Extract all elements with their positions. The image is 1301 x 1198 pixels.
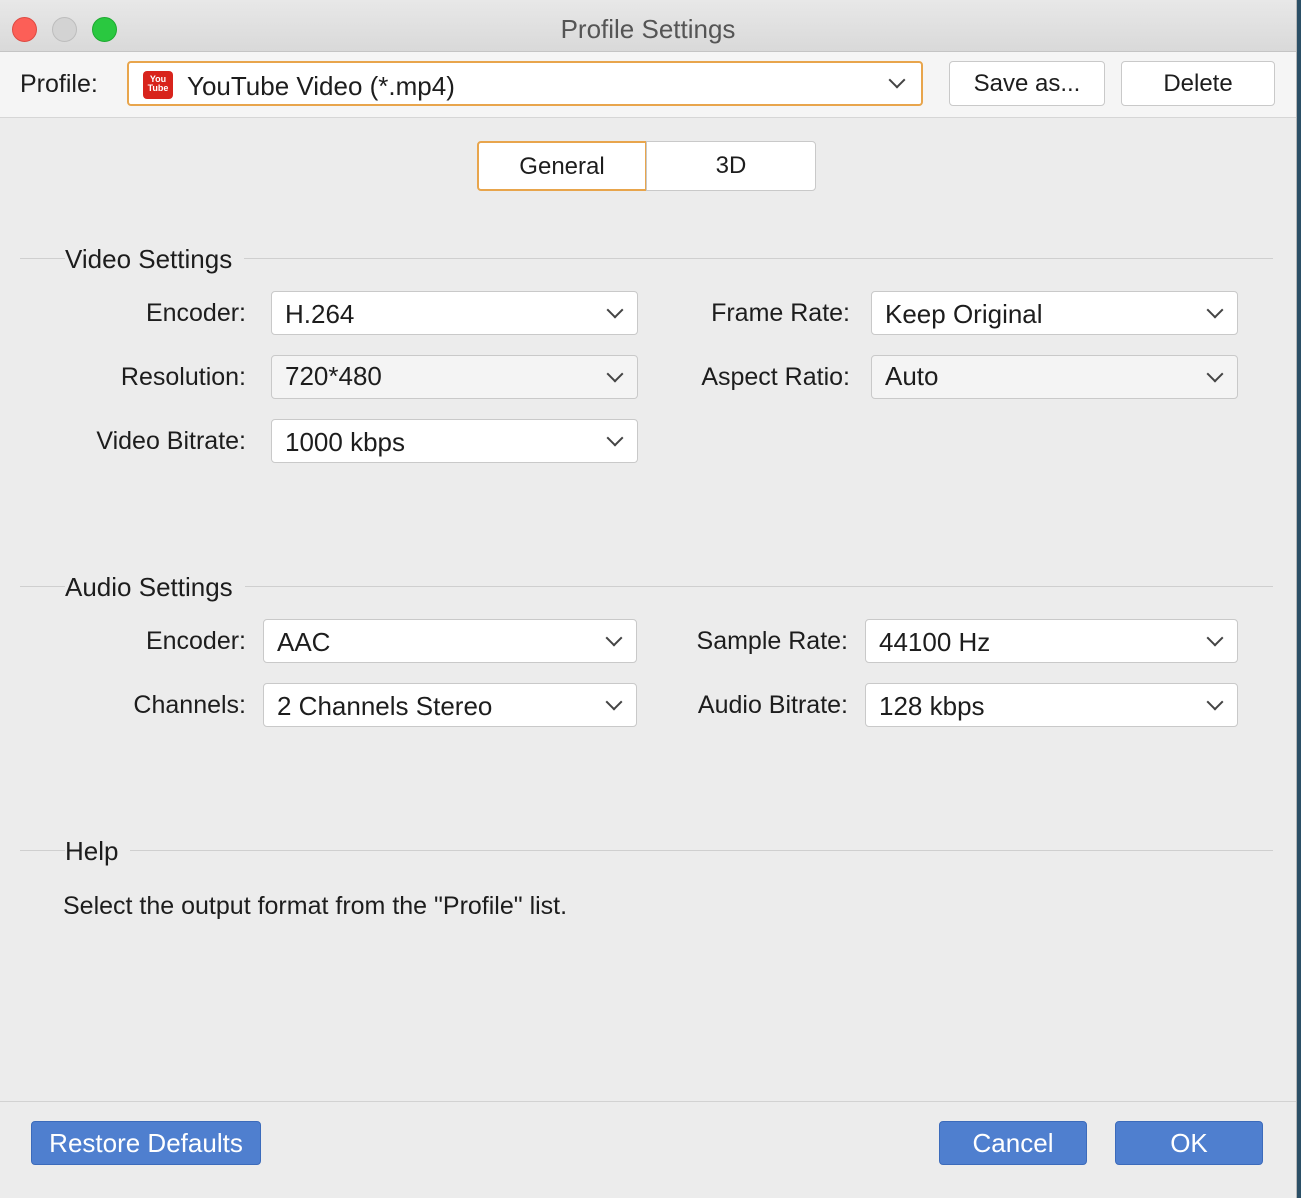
chevron-down-icon [1206, 629, 1224, 647]
help-title: Help [65, 836, 131, 867]
channels-value: 2 Channels Stereo [277, 691, 493, 721]
frame-rate-label: Frame Rate: [711, 299, 850, 327]
sample-rate-dropdown[interactable]: 44100 Hz [865, 619, 1238, 663]
audio-encoder-label: Encoder: [145, 627, 246, 655]
chevron-down-icon [888, 71, 906, 89]
frame-rate-value: Keep Original [885, 299, 1043, 329]
audio-encoder-value: AAC [277, 627, 331, 657]
tab-general[interactable]: General [477, 141, 647, 191]
video-encoder-label: Encoder: [145, 299, 246, 327]
tab-3d[interactable]: 3D [646, 141, 816, 191]
aspect-ratio-label: Aspect Ratio: [701, 363, 850, 391]
video-settings-title: Video Settings [65, 244, 245, 275]
resolution-dropdown[interactable]: 720*480 [271, 355, 638, 399]
video-encoder-dropdown[interactable]: H.264 [271, 291, 638, 335]
chevron-down-icon [1206, 693, 1224, 711]
profile-settings-window: Profile Settings Profile: You Tube YouTu… [0, 0, 1297, 1198]
restore-defaults-button[interactable]: Restore Defaults [31, 1121, 261, 1165]
video-encoder-value: H.264 [285, 299, 355, 329]
audio-settings-title: Audio Settings [65, 572, 245, 603]
aspect-ratio-value: Auto [885, 361, 939, 391]
chevron-down-icon [606, 429, 624, 447]
channels-dropdown[interactable]: 2 Channels Stereo [263, 683, 637, 727]
help-section-divider [20, 850, 1273, 851]
title-bar: Profile Settings [0, 0, 1296, 52]
video-bitrate-label: Video Bitrate: [96, 427, 246, 455]
save-as-button[interactable]: Save as... [949, 61, 1105, 106]
frame-rate-dropdown[interactable]: Keep Original [871, 291, 1238, 335]
window-title: Profile Settings [560, 14, 736, 44]
video-bitrate-dropdown[interactable]: 1000 kbps [271, 419, 638, 463]
chevron-down-icon [606, 301, 624, 319]
profile-value: YouTube Video (*.mp4) [187, 71, 455, 101]
profile-label: Profile: [20, 70, 98, 98]
footer-divider [0, 1101, 1296, 1102]
sample-rate-value: 44100 Hz [879, 627, 991, 657]
audio-bitrate-label: Audio Bitrate: [697, 691, 848, 719]
audio-bitrate-dropdown[interactable]: 128 kbps [865, 683, 1238, 727]
delete-button[interactable]: Delete [1121, 61, 1275, 106]
channels-label: Channels: [133, 691, 246, 719]
sample-rate-label: Sample Rate: [696, 627, 848, 655]
youtube-icon-text-tube: Tube [147, 83, 169, 93]
cancel-button[interactable]: Cancel [939, 1121, 1087, 1165]
chevron-down-icon [606, 365, 624, 383]
chevron-down-icon [1206, 365, 1224, 383]
profile-toolbar: Profile: You Tube YouTube Video (*.mp4) … [0, 52, 1296, 118]
profile-dropdown[interactable]: You Tube YouTube Video (*.mp4) [127, 61, 923, 106]
aspect-ratio-dropdown[interactable]: Auto [871, 355, 1238, 399]
ok-button[interactable]: OK [1115, 1121, 1263, 1165]
audio-encoder-dropdown[interactable]: AAC [263, 619, 637, 663]
chevron-down-icon [605, 693, 623, 711]
chevron-down-icon [1206, 301, 1224, 319]
chevron-down-icon [605, 629, 623, 647]
help-text: Select the output format from the "Profi… [63, 892, 568, 920]
settings-tabs: General 3D [477, 141, 817, 191]
audio-bitrate-value: 128 kbps [879, 691, 985, 721]
resolution-value: 720*480 [285, 361, 382, 391]
video-bitrate-value: 1000 kbps [285, 427, 405, 457]
resolution-label: Resolution: [120, 363, 246, 391]
youtube-icon: You Tube [143, 71, 173, 99]
